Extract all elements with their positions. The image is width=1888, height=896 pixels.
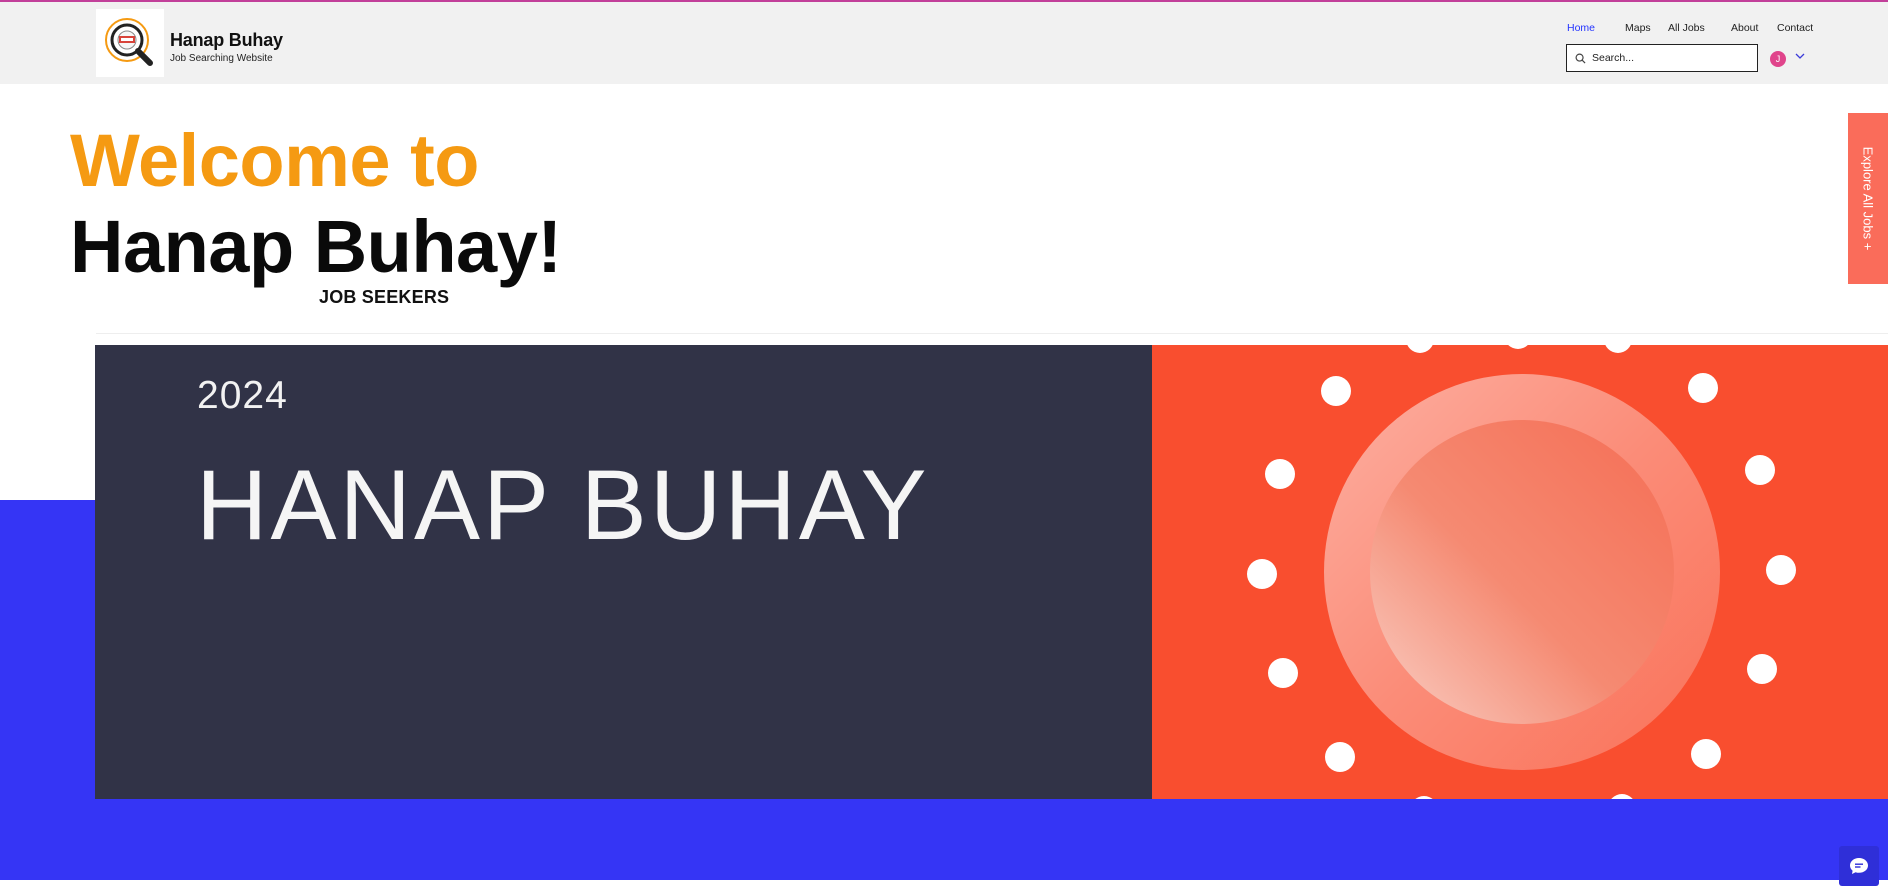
explore-all-jobs-label: Explore All Jobs +: [1860, 146, 1876, 251]
site-header: Hanap Buhay Job Searching Website Home M…: [0, 2, 1888, 84]
chat-button[interactable]: [1839, 846, 1879, 886]
nav-maps[interactable]: Maps: [1625, 22, 1651, 34]
brand-name[interactable]: Hanap Buhay: [170, 30, 283, 51]
banner-title: HANAP BUHAY: [196, 449, 930, 560]
hero-welcome-text: Welcome to: [70, 119, 479, 202]
nav-home[interactable]: Home: [1567, 22, 1595, 34]
hero-title: Hanap Buhay!: [70, 205, 562, 288]
user-avatar[interactable]: J: [1770, 51, 1786, 67]
nav-about[interactable]: About: [1731, 22, 1758, 34]
search-input[interactable]: [1592, 52, 1742, 64]
section-divider: [96, 333, 1888, 334]
banner-sun-graphic: [1247, 345, 1796, 799]
page-bottom-strip: [0, 880, 1888, 896]
search-icon: [1575, 53, 1586, 64]
magnifier-logo-icon: [105, 18, 153, 66]
chat-icon: [1850, 858, 1868, 874]
banner-year: 2024: [197, 374, 288, 417]
nav-contact[interactable]: Contact: [1777, 22, 1813, 34]
site-logo[interactable]: [96, 9, 164, 77]
banner-graphic-panel: [1152, 345, 1888, 799]
hero-subtitle: JOB SEEKERS: [319, 287, 450, 307]
brand-tagline: Job Searching Website: [170, 53, 273, 64]
nav-all-jobs[interactable]: All Jobs: [1668, 22, 1705, 34]
explore-all-jobs-tab[interactable]: Explore All Jobs +: [1848, 113, 1888, 284]
search-box[interactable]: [1566, 44, 1758, 72]
chevron-down-icon[interactable]: [1794, 51, 1806, 61]
